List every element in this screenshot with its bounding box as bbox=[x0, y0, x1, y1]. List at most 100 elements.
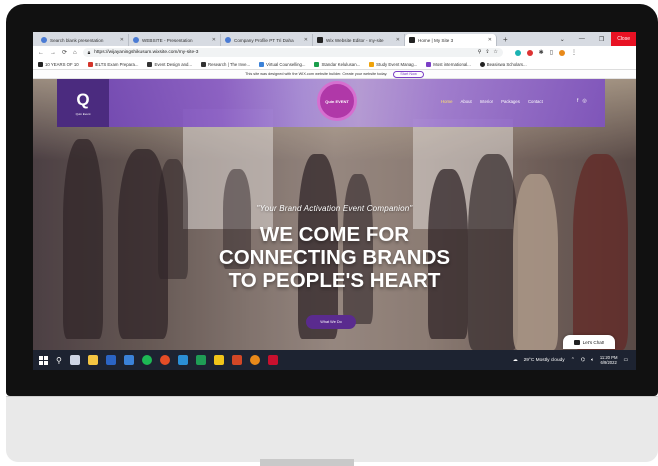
tab-search-blank[interactable]: Search blank presentation ✕ bbox=[37, 34, 129, 46]
what-we-do-button[interactable]: What We Do bbox=[306, 315, 356, 329]
nav-about[interactable]: About bbox=[460, 99, 471, 104]
zoom-icon[interactable]: ⚲ bbox=[478, 50, 482, 55]
wix-favicon-icon bbox=[317, 37, 323, 43]
avatar[interactable] bbox=[559, 49, 565, 56]
extension-icon[interactable] bbox=[526, 49, 533, 56]
bookmark-label: Study Event Manag... bbox=[376, 61, 418, 67]
lock-icon: 🔒︎ bbox=[87, 50, 91, 56]
bookmark-label: Event Design and... bbox=[154, 61, 192, 67]
home-icon[interactable]: ⌂ bbox=[73, 50, 77, 56]
weather-text[interactable]: 29°C Mostly cloudy bbox=[524, 358, 565, 363]
hero-headline: WE COME FOR CONNECTING BRANDS TO PEOPLE'… bbox=[33, 223, 636, 292]
bookmark-item[interactable]: IELTS Exam Prepara... bbox=[87, 61, 138, 67]
minimize-icon[interactable]: — bbox=[572, 36, 592, 42]
pdf-icon[interactable] bbox=[267, 355, 278, 365]
url-field[interactable]: 🔒︎ https://wijayaningshikusum.wixsite.co… bbox=[82, 48, 503, 57]
bookmark-icon bbox=[426, 61, 432, 67]
app-icon[interactable] bbox=[123, 355, 134, 365]
bookmark-icon bbox=[87, 61, 93, 67]
close-icon[interactable]: ✕ bbox=[304, 37, 308, 43]
chat-widget[interactable]: Let's Chat! bbox=[563, 335, 615, 349]
chrome-icon[interactable] bbox=[249, 355, 260, 365]
instagram-icon[interactable]: ◎ bbox=[582, 98, 586, 104]
tab-bar: Search blank presentation ✕ WEBSITE - Pre… bbox=[33, 32, 636, 46]
powerpoint-icon[interactable] bbox=[231, 355, 242, 365]
chat-bubble-icon bbox=[573, 339, 580, 345]
facebook-icon[interactable]: f bbox=[577, 98, 578, 104]
maximize-icon[interactable]: ❐ bbox=[592, 36, 611, 43]
tab-home-my-site[interactable]: Home | My Site 3 ✕ bbox=[405, 34, 497, 46]
bookmark-label: Virtual Counselling... bbox=[266, 61, 306, 67]
windows-start-icon[interactable] bbox=[39, 355, 48, 365]
bookmark-item[interactable]: Most international... bbox=[426, 61, 471, 67]
tab-company-profile[interactable]: Company Profile PT Tri Daha ✕ bbox=[221, 34, 313, 46]
bookmark-item[interactable]: Research | The Inve... bbox=[201, 61, 251, 67]
tab-wix-editor[interactable]: Wix Website Editor - my-site ✕ bbox=[313, 34, 405, 46]
spotify-icon[interactable] bbox=[141, 355, 152, 365]
headline-line-2: CONNECTING BRANDS bbox=[218, 246, 451, 269]
site-nav: Home About Interior Packages Contact bbox=[441, 99, 543, 104]
bookmark-item[interactable]: Event Design and... bbox=[147, 61, 192, 67]
forward-icon[interactable]: → bbox=[50, 50, 56, 56]
tab-search-icon[interactable]: ⌄ bbox=[553, 36, 572, 43]
volume-icon[interactable]: 🔈︎ bbox=[591, 357, 594, 363]
tab-label: Home | My Site 3 bbox=[418, 37, 454, 43]
sidepanel-icon[interactable]: ▯ bbox=[550, 49, 553, 56]
logo-subtitle: Quin Event bbox=[75, 112, 91, 116]
nav-home[interactable]: Home bbox=[441, 99, 452, 104]
center-logo-text: Quin EVENT bbox=[325, 98, 349, 104]
bookmark-item[interactable]: Study Event Manag... bbox=[369, 61, 418, 67]
tab-favicon-icon bbox=[133, 37, 139, 43]
bookmark-icon bbox=[479, 61, 485, 67]
center-logo[interactable]: Quin EVENT bbox=[317, 81, 357, 121]
bookmark-label: Most international... bbox=[433, 61, 471, 67]
hero-tagline: "Your Brand Activation Event Companion" bbox=[256, 204, 413, 213]
network-icon[interactable]: ⌬ bbox=[581, 358, 585, 363]
bookmark-icon bbox=[369, 61, 375, 67]
close-window-button[interactable]: Close bbox=[611, 32, 636, 46]
excel-icon[interactable] bbox=[195, 355, 206, 365]
search-icon[interactable]: ⚲ bbox=[56, 356, 62, 365]
extensions: ✱ ▯ ⋮ bbox=[514, 49, 577, 56]
monitor-chin bbox=[6, 396, 658, 462]
close-icon[interactable]: ✕ bbox=[212, 37, 216, 43]
url-text: https://wijayaningshikusum.wixsite.com/m… bbox=[94, 50, 199, 55]
task-view-icon[interactable] bbox=[69, 355, 80, 365]
reload-icon[interactable]: ⟳ bbox=[62, 49, 67, 56]
bookmark-item[interactable]: Virtual Counselling... bbox=[259, 61, 306, 67]
app-icon[interactable] bbox=[213, 355, 224, 365]
tab-label: WEBSITE - Presentation bbox=[142, 37, 193, 43]
bookmark-item[interactable]: 10 YEARS OF 10 bbox=[38, 61, 79, 67]
bookmark-label: Research | The Inve... bbox=[208, 61, 251, 67]
bookmark-star-icon[interactable]: ☆ bbox=[493, 50, 497, 55]
chevron-up-icon[interactable]: ⌃ bbox=[571, 358, 575, 363]
notification-icon[interactable]: ▭ bbox=[623, 358, 628, 363]
nav-contact[interactable]: Contact bbox=[528, 99, 543, 104]
extension-icon[interactable] bbox=[514, 49, 521, 56]
nav-interior[interactable]: Interior bbox=[480, 99, 493, 104]
close-icon[interactable]: ✕ bbox=[120, 37, 124, 43]
address-bar-row: ← → ⟳ ⌂ 🔒︎ https://wijayaningshikusum.wi… bbox=[33, 46, 636, 59]
menu-icon[interactable]: ⋮ bbox=[571, 49, 577, 56]
tab-website-presentation[interactable]: WEBSITE - Presentation ✕ bbox=[129, 34, 221, 46]
nav-packages[interactable]: Packages bbox=[501, 99, 520, 104]
chat-label: Let's Chat! bbox=[582, 339, 605, 345]
new-tab-button[interactable]: + bbox=[497, 35, 514, 44]
clock[interactable]: 11:20 PM 6/9/2022 bbox=[600, 355, 618, 365]
file-explorer-icon[interactable] bbox=[87, 355, 98, 365]
bookmark-item[interactable]: Standar Kelulusan... bbox=[314, 61, 360, 67]
start-now-button[interactable]: Start Now bbox=[393, 70, 424, 78]
share-icon[interactable]: ⇪ bbox=[485, 50, 489, 55]
puzzle-icon[interactable]: ✱ bbox=[539, 49, 544, 56]
bookmark-item[interactable]: Beasiswa Scholars... bbox=[479, 61, 527, 67]
app-icon[interactable] bbox=[177, 355, 188, 365]
headline-line-1: WE COME FOR bbox=[259, 223, 410, 246]
app-icon[interactable] bbox=[105, 355, 116, 365]
weather-icon: ☁ bbox=[512, 357, 518, 363]
app-icon[interactable] bbox=[159, 355, 170, 365]
back-icon[interactable]: ← bbox=[38, 50, 44, 56]
close-icon[interactable]: ✕ bbox=[488, 37, 492, 43]
site-logo[interactable]: Q Quin Event bbox=[57, 79, 109, 127]
tab-favicon-icon bbox=[225, 37, 231, 43]
close-icon[interactable]: ✕ bbox=[396, 37, 400, 43]
